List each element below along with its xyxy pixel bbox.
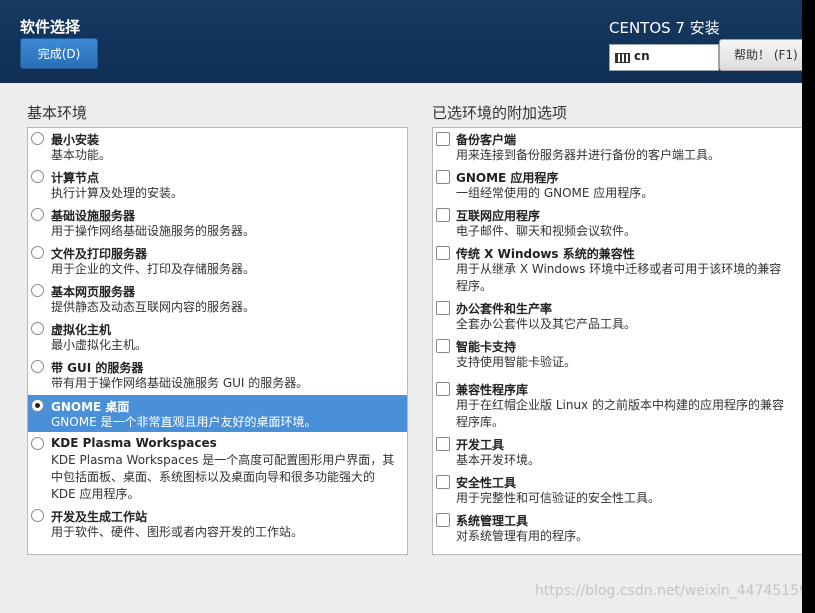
base-environment-list: 最小安装 基本功能。 计算节点 执行计算及处理的安装。 基础设施服务器 用于操作网络基础设… [27, 127, 408, 555]
option-name: 传统 X Windows 系统的兼容性 [456, 247, 635, 261]
environment-option[interactable]: 文件及打印服务器 用于企业的文件、打印及存储服务器。 [28, 242, 407, 279]
radio-button[interactable] [31, 399, 44, 412]
checkbox[interactable] [436, 475, 450, 489]
option-name: 计算节点 [51, 171, 100, 185]
option-name: 基本网页服务器 [51, 285, 136, 299]
option-description: 最小虚拟化主机。 [51, 338, 148, 352]
checkbox[interactable] [436, 170, 450, 184]
option-name: 虚拟化主机 [51, 323, 112, 337]
option-name: 安全性工具 [456, 476, 517, 490]
checkbox[interactable] [436, 301, 450, 315]
radio-button[interactable] [31, 170, 44, 183]
checkbox[interactable] [436, 382, 450, 396]
option-description: 用于软件、硬件、图形或者内容开发的工作站。 [51, 525, 304, 539]
keyboard-icon [615, 53, 630, 63]
option-name: 开发及生成工作站 [51, 510, 148, 524]
option-description: GNOME 是一个非常直观且用户友好的桌面环境。 [51, 415, 317, 429]
option-description: 用于在红帽企业版 Linux 的之前版本中构建的应用程序的兼容 [456, 398, 784, 412]
keyboard-layout-label: cn [634, 49, 650, 63]
option-description: 基本开发环境。 [456, 453, 541, 467]
radio-button[interactable] [31, 509, 44, 522]
environment-option[interactable]: 虚拟化主机 最小虚拟化主机。 [28, 318, 407, 355]
checkbox[interactable] [436, 513, 450, 527]
environment-option[interactable]: 开发及生成工作站 用于软件、硬件、图形或者内容开发的工作站。 [28, 505, 407, 542]
radio-button[interactable] [31, 284, 44, 297]
addon-option[interactable]: 办公套件和生产率 全套办公套件以及其它产品工具。 [433, 297, 802, 334]
option-name: 基础设施服务器 [51, 209, 136, 223]
option-description: KDE 应用程序。 [51, 487, 140, 501]
checkbox[interactable] [436, 132, 450, 146]
option-description: 用于完整性和可信验证的安全性工具。 [456, 491, 661, 505]
addon-option[interactable]: 传统 X Windows 系统的兼容性 用于从继承 X Windows 环境中迁移… [433, 242, 802, 296]
option-description: 一组经常使用的 GNOME 应用程序。 [456, 186, 654, 200]
radio-button[interactable] [31, 322, 44, 335]
environment-option[interactable]: 计算节点 执行计算及处理的安装。 [28, 166, 407, 203]
option-name: 最小安装 [51, 133, 100, 147]
option-name: 带 GUI 的服务器 [51, 361, 144, 375]
keyboard-layout-indicator[interactable]: cn [609, 44, 719, 71]
option-description: 程序。 [456, 279, 493, 293]
addon-option[interactable]: 兼容性程序库 用于在红帽企业版 Linux 的之前版本中构建的应用程序的兼容 程序库… [433, 378, 802, 432]
option-name: 开发工具 [456, 438, 505, 452]
watermark-text: https://blog.csdn.net/weixin_44745159 [535, 583, 802, 599]
option-description: 电子邮件、聊天和视频会议软件。 [456, 224, 637, 238]
page-title: 软件选择 [20, 18, 81, 36]
option-description: 支持使用智能卡验证。 [456, 355, 577, 369]
done-button[interactable]: 完成(D) [20, 38, 98, 69]
option-name: 兼容性程序库 [456, 383, 529, 397]
option-description: 中包括面板、桌面、系统图标以及桌面向导和很多功能强大的 [51, 470, 376, 484]
addon-option[interactable]: 互联网应用程序 电子邮件、聊天和视频会议软件。 [433, 204, 802, 241]
option-name: 办公套件和生产率 [456, 302, 553, 316]
checkbox[interactable] [436, 208, 450, 222]
option-name: KDE Plasma Workspaces [51, 436, 217, 450]
checkbox[interactable] [436, 437, 450, 451]
option-description: 用于从继承 X Windows 环境中迁移或者可用于该环境的兼容 [456, 262, 782, 276]
addon-option[interactable]: GNOME 应用程序 一组经常使用的 GNOME 应用程序。 [433, 166, 802, 203]
option-description: 全套办公套件以及其它产品工具。 [456, 317, 637, 331]
radio-button[interactable] [31, 208, 44, 221]
installer-screen: 软件选择 完成(D) CENTOS 7 安装 cn 帮助！ (F1) 基本环境 … [0, 0, 802, 613]
option-description: 用于操作网络基础设施服务的服务器。 [51, 224, 256, 238]
base-environment-heading: 基本环境 [27, 104, 88, 122]
option-description: 执行计算及处理的安装。 [51, 186, 184, 200]
option-description: 用来连接到备份服务器并进行备份的客户端工具。 [456, 148, 721, 162]
addon-option[interactable]: 开发工具 基本开发环境。 [433, 433, 802, 470]
option-name: GNOME 桌面 [51, 400, 130, 414]
environment-option[interactable]: 最小安装 基本功能。 [28, 128, 407, 165]
addons-heading: 已选环境的附加选项 [432, 104, 568, 122]
checkbox[interactable] [436, 339, 450, 353]
environment-option[interactable]: 带 GUI 的服务器 带有用于操作网络基础设施服务 GUI 的服务器。 [28, 356, 407, 393]
option-name: 文件及打印服务器 [51, 247, 148, 261]
environment-option[interactable]: 基础设施服务器 用于操作网络基础设施服务的服务器。 [28, 204, 407, 241]
option-description: 带有用于操作网络基础设施服务 GUI 的服务器。 [51, 376, 309, 390]
checkbox[interactable] [436, 246, 450, 260]
option-description: 提供静态及动态互联网内容的服务器。 [51, 300, 256, 314]
option-name: 备份客户端 [456, 133, 517, 147]
radio-button[interactable] [31, 132, 44, 145]
window-edge [802, 0, 815, 613]
option-description: 程序库。 [456, 415, 505, 429]
option-description: 对系统管理有用的程序。 [456, 529, 589, 543]
radio-button[interactable] [31, 246, 44, 259]
option-description: 基本功能。 [51, 148, 112, 162]
addon-option[interactable]: 系统管理工具 对系统管理有用的程序。 [433, 509, 802, 546]
addons-list: 备份客户端 用来连接到备份服务器并进行备份的客户端工具。 GNOME 应用程序 一组经… [432, 127, 802, 555]
addon-option[interactable]: 安全性工具 用于完整性和可信验证的安全性工具。 [433, 471, 802, 508]
environment-option[interactable]: GNOME 桌面 GNOME 是一个非常直观且用户友好的桌面环境。 [28, 395, 407, 432]
header-bar: 软件选择 完成(D) CENTOS 7 安装 cn 帮助！ (F1) [0, 0, 802, 83]
environment-option[interactable]: KDE Plasma Workspaces KDE Plasma Workspac… [28, 433, 407, 504]
option-name: GNOME 应用程序 [456, 171, 559, 185]
radio-button[interactable] [31, 437, 44, 450]
option-description: KDE Plasma Workspaces 是一个高度可配置图形用户界面，其 [51, 453, 395, 467]
installer-title: CENTOS 7 安装 [609, 19, 720, 37]
addon-option[interactable]: 备份客户端 用来连接到备份服务器并进行备份的客户端工具。 [433, 128, 802, 165]
option-name: 智能卡支持 [456, 340, 517, 354]
option-name: 系统管理工具 [456, 514, 529, 528]
environment-option[interactable]: 基本网页服务器 提供静态及动态互联网内容的服务器。 [28, 280, 407, 317]
radio-button[interactable] [31, 360, 44, 373]
help-button[interactable]: 帮助！ (F1) [719, 39, 802, 71]
option-name: 互联网应用程序 [456, 209, 541, 223]
option-description: 用于企业的文件、打印及存储服务器。 [51, 262, 256, 276]
addon-option[interactable]: 智能卡支持 支持使用智能卡验证。 [433, 335, 802, 372]
